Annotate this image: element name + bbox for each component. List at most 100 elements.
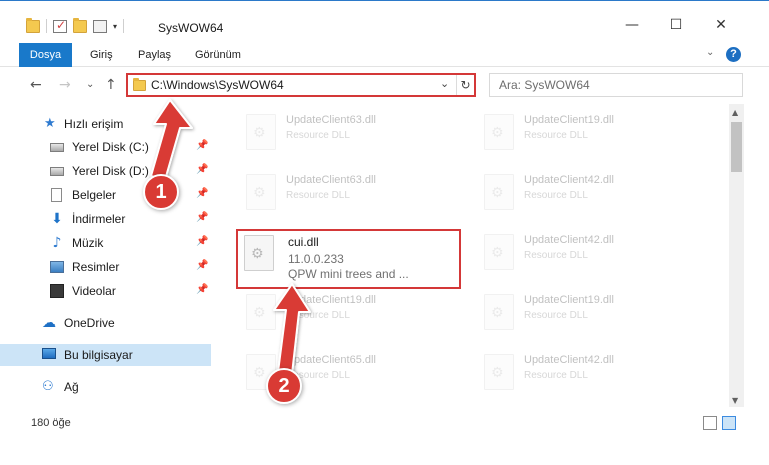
refresh-button[interactable]: ↻ xyxy=(456,75,474,95)
file-description: Resource DLL xyxy=(286,310,350,321)
cloud-icon: ☁ xyxy=(42,315,56,331)
dll-file-icon xyxy=(484,114,514,150)
sidebar-item-label: Videolar xyxy=(72,284,116,298)
file-item-cui-dll[interactable]: cui.dll 11.0.0.233 QPW mini trees and ..… xyxy=(236,229,461,289)
up-button[interactable]: ↑ xyxy=(105,77,117,93)
large-icons-view-icon[interactable] xyxy=(722,416,736,430)
sidebar-item-disk-d[interactable]: Yerel Disk (D:) 📌 xyxy=(0,160,211,182)
item-count: 180 öğe xyxy=(31,417,71,429)
file-description: Resource DLL xyxy=(524,310,588,321)
sidebar-item-label: Ağ xyxy=(64,380,79,394)
file-item[interactable]: UpdateClient19.dll Resource DLL xyxy=(474,106,699,156)
sidebar-item-label: İndirmeler xyxy=(72,212,126,226)
minimize-button[interactable]: — xyxy=(617,15,647,35)
scroll-down-icon[interactable]: ▼ xyxy=(732,396,738,405)
sidebar-item-disk-c[interactable]: Yerel Disk (C:) 📌 xyxy=(0,136,211,158)
navigation-pane: ★ Hızlı erişim Yerel Disk (C:) 📌 Yerel D… xyxy=(0,104,213,407)
file-name: UpdateClient42.dll xyxy=(524,234,614,246)
sidebar-item-music[interactable]: ♪ Müzik 📌 xyxy=(0,232,211,254)
back-button[interactable]: ← xyxy=(30,77,42,93)
title-bar: ▾ SysWOW64 — ☐ ✕ xyxy=(0,0,769,43)
file-description: Resource DLL xyxy=(524,250,588,261)
sidebar-item-documents[interactable]: Belgeler 📌 xyxy=(0,184,211,206)
file-description: Resource DLL xyxy=(286,130,350,141)
disk-icon xyxy=(50,167,64,176)
file-name: UpdateClient65.dll xyxy=(286,354,376,366)
folder-icon[interactable] xyxy=(26,17,40,33)
tab-view[interactable]: Görünüm xyxy=(195,43,241,67)
navigation-bar: ← → ⌄ ↑ C:\Windows\SysWOW64 ⌄ ↻ Ara: Sys… xyxy=(0,68,769,104)
sidebar-item-label: Belgeler xyxy=(72,188,117,202)
step-badge-2: 2 xyxy=(266,368,302,404)
disk-icon xyxy=(50,143,64,152)
scroll-up-icon[interactable]: ▲ xyxy=(732,108,738,117)
sidebar-item-onedrive[interactable]: ☁ OneDrive xyxy=(0,312,211,334)
file-name: UpdateClient63.dll xyxy=(286,174,376,186)
file-list: UpdateClient63.dll Resource DLL UpdateCl… xyxy=(214,104,728,407)
pictures-icon xyxy=(50,261,64,273)
help-icon[interactable]: ? xyxy=(726,47,741,62)
pin-icon: 📌 xyxy=(196,212,209,223)
search-box[interactable]: Ara: SysWOW64 xyxy=(489,73,743,97)
search-input[interactable]: Ara: SysWOW64 xyxy=(499,78,590,92)
dll-file-icon xyxy=(244,235,274,271)
close-button[interactable]: ✕ xyxy=(706,15,736,35)
step-badge-1: 1 xyxy=(143,174,179,210)
file-item[interactable]: UpdateClient63.dll Resource DLL xyxy=(236,166,461,216)
tab-file[interactable]: Dosya xyxy=(19,43,72,67)
star-icon: ★ xyxy=(44,116,56,131)
file-description: Resource DLL xyxy=(524,190,588,201)
download-icon: ⬇ xyxy=(51,211,63,227)
file-name: UpdateClient19.dll xyxy=(524,294,614,306)
sidebar-item-downloads[interactable]: ⬇ İndirmeler 📌 xyxy=(0,208,211,230)
address-bar[interactable]: C:\Windows\SysWOW64 ⌄ ↻ xyxy=(126,73,476,97)
pin-icon: 📌 xyxy=(196,164,209,175)
file-name: cui.dll xyxy=(288,235,319,249)
file-item[interactable]: UpdateClient19.dll Resource DLL xyxy=(474,286,699,336)
computer-icon xyxy=(42,348,56,359)
file-item[interactable]: UpdateClient42.dll Resource DLL xyxy=(474,166,699,216)
file-description: Resource DLL xyxy=(524,130,588,141)
tab-share[interactable]: Paylaş xyxy=(138,43,171,67)
file-name: UpdateClient19.dll xyxy=(286,294,376,306)
pin-icon: 📌 xyxy=(196,188,209,199)
quick-access-toolbar: ▾ xyxy=(26,17,125,33)
recent-locations-button[interactable]: ⌄ xyxy=(86,79,94,90)
sidebar-item-label: Yerel Disk (C:) xyxy=(72,140,149,154)
file-item[interactable]: UpdateClient19.dll Resource DLL xyxy=(236,286,461,336)
tab-home[interactable]: Giriş xyxy=(90,43,113,67)
folder-icon xyxy=(133,78,146,91)
properties-check-icon[interactable] xyxy=(53,18,67,33)
status-bar: 180 öğe xyxy=(0,410,769,437)
sidebar-item-pictures[interactable]: Resimler 📌 xyxy=(0,256,211,278)
dll-file-icon xyxy=(484,234,514,270)
sidebar-item-videos[interactable]: Videolar 📌 xyxy=(0,280,211,302)
address-dropdown-icon[interactable]: ⌄ xyxy=(440,77,449,90)
sidebar-item-quick-access[interactable]: ★ Hızlı erişim xyxy=(0,113,211,135)
customize-toolbar-dropdown[interactable]: ▾ xyxy=(113,22,117,31)
file-name: UpdateClient63.dll xyxy=(286,114,376,126)
new-folder-icon[interactable] xyxy=(73,17,87,33)
details-view-icon[interactable] xyxy=(703,416,717,430)
sidebar-item-this-pc[interactable]: Bu bilgisayar xyxy=(0,344,211,366)
file-item[interactable]: UpdateClient42.dll Resource DLL xyxy=(474,346,699,396)
address-path[interactable]: C:\Windows\SysWOW64 xyxy=(151,78,284,92)
scrollbar-thumb[interactable] xyxy=(731,122,742,172)
pin-icon: 📌 xyxy=(196,284,209,295)
maximize-button[interactable]: ☐ xyxy=(661,15,691,35)
vertical-scrollbar[interactable]: ▲ ▼ xyxy=(729,104,744,407)
properties-icon[interactable] xyxy=(93,19,107,33)
sidebar-item-label: OneDrive xyxy=(64,316,115,330)
dll-file-icon xyxy=(484,174,514,210)
file-item[interactable]: UpdateClient63.dll Resource DLL xyxy=(236,106,461,156)
file-item[interactable]: UpdateClient42.dll Resource DLL xyxy=(474,226,699,276)
sidebar-item-network[interactable]: ⚇ Ağ xyxy=(0,376,211,398)
expand-ribbon-icon[interactable]: ⌄ xyxy=(706,47,714,58)
sidebar-item-label: Yerel Disk (D:) xyxy=(72,164,149,178)
forward-button[interactable]: → xyxy=(59,77,71,93)
toolbar-divider xyxy=(46,19,47,33)
file-name: UpdateClient42.dll xyxy=(524,174,614,186)
dll-file-icon xyxy=(246,174,276,210)
toolbar-divider xyxy=(123,19,125,33)
sidebar-item-label: Hızlı erişim xyxy=(64,117,124,131)
